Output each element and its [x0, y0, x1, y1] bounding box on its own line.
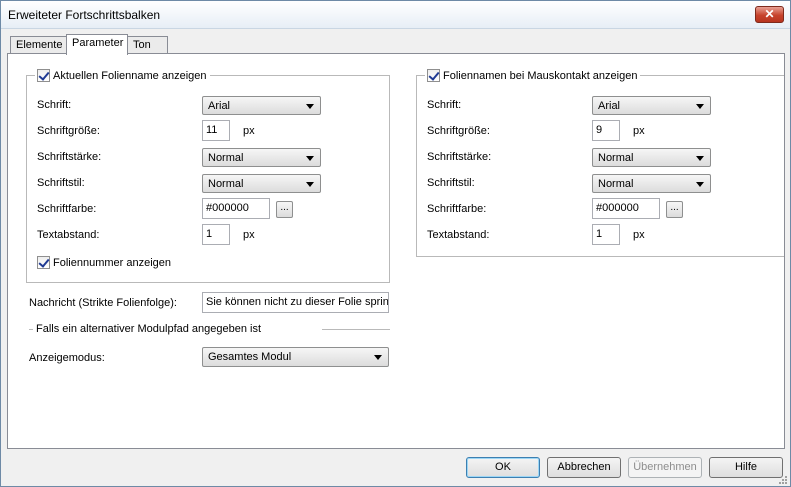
slide-number-option[interactable]: Foliennummer anzeigen	[37, 256, 171, 269]
hover-text-spacing-unit: px	[633, 229, 645, 241]
text-spacing-label: Textabstand:	[37, 229, 100, 241]
message-input[interactable]: Sie können nicht zu dieser Folie springe…	[202, 292, 389, 313]
text-spacing-unit: px	[243, 229, 255, 241]
chevron-down-icon	[306, 182, 314, 187]
section-divider-right	[322, 329, 390, 330]
chevron-down-icon	[696, 156, 704, 161]
font-color-label: Schriftfarbe:	[37, 203, 97, 215]
hover-slide-name-label: Foliennamen bei Mauskontakt anzeigen	[443, 70, 638, 82]
current-slide-name-label: Aktuellen Folienname anzeigen	[53, 70, 207, 82]
hover-font-style-value: Normal	[598, 178, 634, 190]
chevron-down-icon	[696, 104, 704, 109]
apply-button[interactable]: Übernehmen	[628, 457, 702, 478]
font-weight-label: Schriftstärke:	[37, 151, 102, 163]
help-button[interactable]: Hilfe	[709, 457, 783, 478]
current-slide-name-checkbox[interactable]	[37, 69, 50, 82]
display-mode-value: Gesamtes Modul	[208, 351, 292, 363]
font-color-input[interactable]: #000000	[202, 198, 270, 219]
message-label: Nachricht (Strikte Folienfolge):	[29, 297, 177, 309]
font-weight-select[interactable]: Normal	[202, 148, 321, 167]
cancel-button[interactable]: Abbrechen	[547, 457, 621, 478]
hover-font-size-input[interactable]: 9	[592, 120, 620, 141]
font-size-label: Schriftgröße:	[37, 125, 100, 137]
font-select[interactable]: Arial	[202, 96, 321, 115]
hover-slide-name-checkbox[interactable]	[427, 69, 440, 82]
hover-slide-name-legend: Foliennamen bei Mauskontakt anzeigen	[425, 69, 641, 85]
hover-font-weight-select[interactable]: Normal	[592, 148, 711, 167]
hover-font-weight-value: Normal	[598, 152, 634, 164]
chevron-down-icon	[306, 156, 314, 161]
hover-color-picker-button[interactable]: ...	[666, 201, 683, 218]
hover-font-value: Arial	[598, 100, 621, 112]
hover-font-size-unit: px	[633, 125, 645, 137]
title-bar: Erweiteter Fortschrittsbalken ✕	[1, 1, 790, 29]
tab-ton[interactable]: Ton	[127, 36, 168, 54]
chevron-down-icon	[306, 104, 314, 109]
tab-parameter[interactable]: Parameter	[66, 34, 128, 55]
hover-text-spacing-label: Textabstand:	[427, 229, 490, 241]
color-picker-button[interactable]: ...	[276, 201, 293, 218]
font-style-value: Normal	[208, 178, 244, 190]
hover-text-spacing-input[interactable]: 1	[592, 224, 620, 245]
display-mode-select[interactable]: Gesamtes Modul	[202, 347, 389, 367]
text-spacing-input[interactable]: 1	[202, 224, 230, 245]
module-path-heading: Falls ein alternativer Modulpfad angegeb…	[36, 323, 262, 335]
close-button[interactable]: ✕	[755, 6, 784, 23]
current-slide-name-legend: Aktuellen Folienname anzeigen	[35, 69, 210, 85]
hover-font-size-label: Schriftgröße:	[427, 125, 490, 137]
chevron-down-icon	[374, 355, 382, 360]
window-title: Erweiteter Fortschrittsbalken	[8, 8, 161, 22]
hover-font-select[interactable]: Arial	[592, 96, 711, 115]
hover-font-weight-label: Schriftstärke:	[427, 151, 492, 163]
slide-number-checkbox[interactable]	[37, 256, 50, 269]
display-mode-label: Anzeigemodus:	[29, 352, 105, 364]
slide-number-label: Foliennummer anzeigen	[53, 257, 172, 269]
hover-font-color-input[interactable]: #000000	[592, 198, 660, 219]
font-value: Arial	[208, 100, 231, 112]
font-weight-value: Normal	[208, 152, 244, 164]
font-label: Schrift:	[37, 99, 72, 111]
hover-font-label: Schrift:	[427, 99, 462, 111]
hover-font-style-label: Schriftstil:	[427, 177, 475, 189]
font-style-label: Schriftstil:	[37, 177, 85, 189]
hover-font-style-select[interactable]: Normal	[592, 174, 711, 193]
font-size-input[interactable]: 11	[202, 120, 230, 141]
section-divider-left	[29, 329, 33, 330]
chevron-down-icon	[696, 182, 704, 187]
tab-panel-parameter: Aktuellen Folienname anzeigen Schrift: A…	[7, 53, 785, 449]
close-icon: ✕	[764, 7, 775, 21]
tab-strip: Elemente Parameter Ton	[1, 34, 790, 55]
resize-grip-icon[interactable]	[778, 475, 788, 485]
ok-button[interactable]: OK	[466, 457, 540, 478]
font-size-unit: px	[243, 125, 255, 137]
font-style-select[interactable]: Normal	[202, 174, 321, 193]
dialog-window: Erweiteter Fortschrittsbalken ✕ Elemente…	[0, 0, 791, 487]
hover-font-color-label: Schriftfarbe:	[427, 203, 487, 215]
tab-elemente[interactable]: Elemente	[10, 36, 67, 54]
